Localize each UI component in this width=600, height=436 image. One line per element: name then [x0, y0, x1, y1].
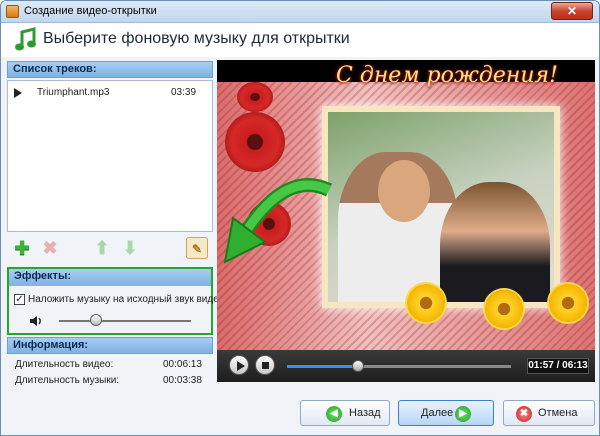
daisy-flower [549, 284, 587, 322]
track-duration: 03:39 [171, 87, 197, 98]
back-button-label: Назад [349, 407, 381, 419]
window-title: Создание видео-открытки [24, 5, 157, 17]
info-panel: Информация: Длительность видео: 00:06:13… [7, 337, 213, 386]
photo-person-head [378, 160, 430, 222]
next-button-label: Далее [421, 407, 454, 419]
track-toolbar: ✚ ✖ ⬆ ⬇ ✎ [7, 235, 213, 261]
dialog-window: Создание видео-открытки ✕ Выберите фонов… [0, 0, 600, 436]
video-duration-row: Длительность видео: 00:06:13 [15, 359, 211, 370]
wizard-footer: ◀ Назад Далее ▶ ✖ Отмена [1, 392, 599, 435]
video-duration-label: Длительность видео: [15, 359, 114, 370]
photo-frame [322, 106, 560, 308]
tracks-heading: Список треков: [7, 61, 213, 78]
play-icon [237, 361, 245, 371]
track-name: Triumphant.mp3 [37, 87, 110, 98]
cancel-button-label: Отмена [538, 407, 578, 419]
title-bar[interactable]: Создание видео-открытки ✕ [1, 1, 599, 23]
video-preview[interactable]: С днем рождения! [217, 60, 595, 352]
overlay-music-label[interactable]: Наложить музыку на исходный звук видео [28, 294, 224, 305]
daisy-flower [407, 284, 445, 322]
add-track-button[interactable]: ✚ [11, 237, 33, 259]
player-controls: 01:57 / 06:13 [217, 350, 595, 382]
back-arrow-icon: ◀ [326, 406, 342, 422]
greeting-text: С днем рождения! [336, 63, 558, 88]
daisy-flower [485, 290, 523, 328]
move-up-button[interactable]: ⬆ [91, 237, 113, 259]
window-close-button[interactable]: ✕ [551, 2, 593, 20]
seek-progress [287, 365, 359, 368]
cancel-button[interactable]: ✖ Отмена [503, 400, 595, 426]
info-heading: Информация: [7, 337, 213, 354]
app-icon [6, 5, 19, 18]
left-panel: Список треков: Triumphant.mp3 03:39 ✚ ✖ … [7, 61, 224, 388]
play-button[interactable] [229, 355, 249, 375]
gerbera-flower [237, 82, 273, 112]
photo-person [440, 182, 550, 302]
next-arrow-icon: ▶ [455, 406, 471, 422]
overlay-music-checkbox[interactable]: ✓ [14, 294, 25, 305]
time-display: 01:57 / 06:13 [527, 358, 589, 374]
track-item[interactable]: Triumphant.mp3 03:39 [11, 85, 209, 101]
cancel-icon: ✖ [516, 406, 532, 422]
track-list[interactable]: Triumphant.mp3 03:39 [7, 80, 213, 232]
edit-track-button[interactable]: ✎ [186, 237, 208, 259]
volume-icon[interactable] [29, 315, 43, 327]
move-down-button[interactable]: ⬇ [119, 237, 141, 259]
play-track-icon[interactable] [14, 88, 22, 98]
music-duration-row: Длительность музыки: 00:03:38 [15, 375, 211, 386]
volume-slider-track[interactable] [59, 320, 191, 322]
effects-heading: Эффекты: [9, 269, 211, 286]
music-duration-label: Длительность музыки: [15, 375, 120, 386]
green-arrow-icon [223, 178, 333, 264]
stop-button[interactable] [255, 355, 275, 375]
seek-bar[interactable] [287, 365, 511, 368]
music-note-icon [15, 27, 36, 51]
page-title: Выберите фоновую музыку для открытки [43, 30, 350, 47]
volume-slider-thumb[interactable] [90, 314, 102, 326]
effects-panel: Эффекты: ✓ Наложить музыку на исходный з… [7, 267, 224, 335]
delete-track-button[interactable]: ✖ [39, 237, 61, 259]
video-duration-value: 00:06:13 [163, 359, 202, 370]
next-button[interactable]: Далее ▶ [398, 400, 494, 426]
music-duration-value: 00:03:38 [163, 375, 202, 386]
gerbera-flower [225, 112, 285, 172]
seek-thumb[interactable] [352, 360, 365, 372]
stop-icon [262, 362, 269, 369]
back-button[interactable]: ◀ Назад [300, 400, 390, 426]
wizard-header: Выберите фоновую музыку для открытки [1, 23, 599, 57]
